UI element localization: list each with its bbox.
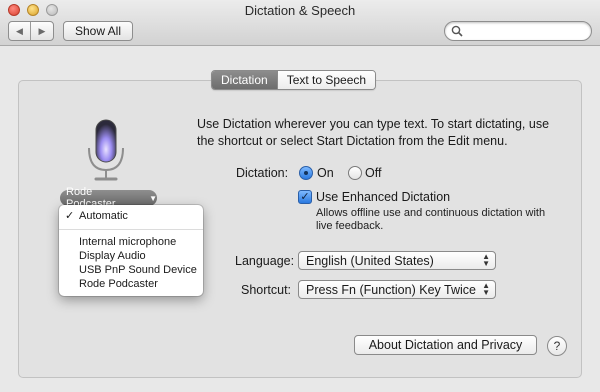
menu-item-display-audio[interactable]: Display Audio <box>59 249 203 263</box>
shortcut-value: Press Fn (Function) Key Twice <box>306 282 476 297</box>
up-down-arrows-icon: ▲ ▼ <box>482 252 490 268</box>
chevron-left-icon: ◀ <box>16 25 23 36</box>
language-label: Language: <box>235 254 295 268</box>
enhanced-dictation-help: Allows offline use and continuous dictat… <box>316 207 546 232</box>
dictation-off-radio[interactable] <box>348 166 362 180</box>
tab-bar: Dictation Text to Speech <box>211 70 377 90</box>
about-dictation-privacy-button[interactable]: About Dictation and Privacy <box>354 335 537 355</box>
show-all-button[interactable]: Show All <box>63 21 133 41</box>
menu-item-usb-pnp-sound-device[interactable]: USB PnP Sound Device <box>59 263 203 277</box>
menu-separator <box>59 229 203 230</box>
language-value: English (United States) <box>306 253 434 268</box>
menu-item-internal-microphone[interactable]: Internal microphone <box>59 235 203 249</box>
search-input[interactable] <box>444 21 592 41</box>
shortcut-label: Shortcut: <box>241 283 292 297</box>
language-popup[interactable]: English (United States) ▲ ▼ <box>298 251 496 270</box>
window-titlebar: Dictation & Speech ◀ ▶ Show All <box>0 0 600 46</box>
checkmark-icon: ✓ <box>65 210 75 222</box>
back-forward-group: ◀ ▶ <box>8 21 54 41</box>
back-button[interactable]: ◀ <box>9 22 31 40</box>
tab-text-to-speech[interactable]: Text to Speech <box>276 71 376 89</box>
search-icon <box>451 25 463 37</box>
chevron-down-icon: ▼ <box>149 193 157 203</box>
dictation-on-label[interactable]: On <box>317 166 334 180</box>
dictation-intro-text: Use Dictation wherever you can type text… <box>197 117 550 148</box>
up-down-arrows-icon: ▲ ▼ <box>482 281 490 297</box>
shortcut-popup[interactable]: Press Fn (Function) Key Twice ▲ ▼ <box>298 280 496 299</box>
forward-button[interactable]: ▶ <box>31 22 53 40</box>
microphone-icon <box>88 119 124 181</box>
help-button[interactable]: ? <box>547 336 567 356</box>
enhanced-dictation-checkbox[interactable]: ✓ <box>298 190 312 204</box>
input-source-menu: ✓ Automatic Internal microphone Display … <box>59 205 203 296</box>
chevron-right-icon: ▶ <box>38 25 46 36</box>
menu-item-rode-podcaster[interactable]: Rode Podcaster <box>59 277 203 291</box>
dictation-on-radio[interactable] <box>299 166 313 180</box>
menu-item-automatic[interactable]: ✓ Automatic <box>59 209 203 223</box>
tab-dictation[interactable]: Dictation <box>212 71 277 89</box>
input-source-popup[interactable]: Rode Podcaster ▼ <box>60 186 157 210</box>
dictation-label: Dictation: <box>236 166 289 180</box>
dictation-off-label[interactable]: Off <box>365 166 381 180</box>
enhanced-dictation-label[interactable]: Use Enhanced Dictation <box>316 190 450 204</box>
window-title: Dictation & Speech <box>244 3 356 18</box>
